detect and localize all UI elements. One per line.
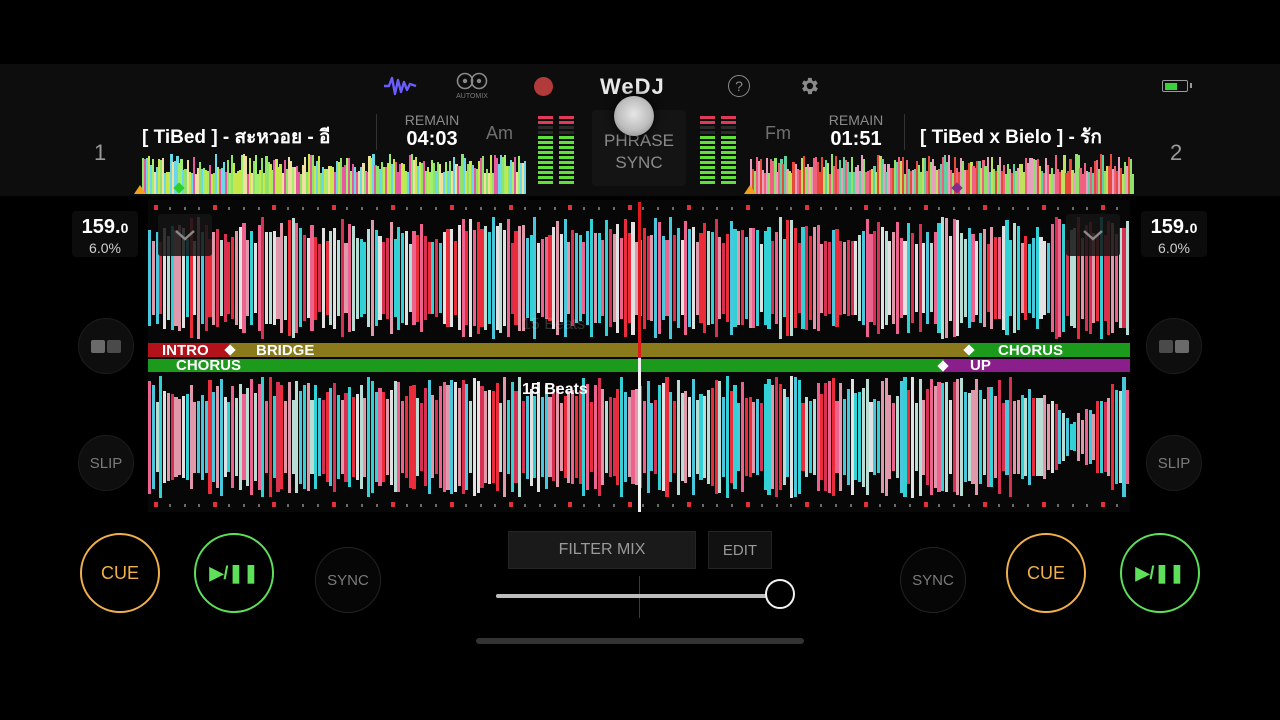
ghost-beats-label: 15 Beats (522, 316, 586, 333)
automix-button[interactable]: AUTOMIX (452, 64, 492, 108)
phrase-up-label: UP (970, 357, 991, 374)
deck2-level-meter (700, 116, 736, 184)
chevron-down-icon (175, 230, 195, 241)
filter-mix-button[interactable]: FILTER MIX (508, 531, 696, 569)
deck1-bpm-value: 159. (81, 216, 121, 238)
deck2-track-title[interactable]: [ TiBed x Bielo ] - รัก (920, 122, 1136, 152)
deck-number-1: 1 (94, 140, 107, 165)
settings-button[interactable] (796, 64, 822, 108)
deck2-collapse-button[interactable] (1066, 214, 1120, 256)
deck-number-2: 2 (1170, 140, 1183, 165)
chevron-down-icon (1083, 230, 1103, 241)
deck1-level-meter (538, 116, 574, 184)
home-indicator (476, 638, 804, 644)
deck1-start-marker (134, 185, 146, 194)
deck2-remain-label: REMAIN (828, 112, 884, 128)
phrase-chorus-label-deck2: CHORUS (176, 357, 242, 374)
phrase-chorus-label: CHORUS (998, 342, 1064, 359)
pad-icon (1159, 339, 1189, 353)
waveform-icon[interactable] (382, 64, 418, 108)
deck1-sync-button[interactable]: SYNC (315, 547, 381, 613)
deck2-bpm-display[interactable]: 159.0 6.0% (1141, 211, 1207, 257)
pad-icon (91, 339, 121, 353)
deck1-playhead (638, 202, 641, 358)
deck2-overview-waveform[interactable] (750, 154, 1134, 194)
deck1-remain-label: REMAIN (404, 112, 460, 128)
deck2-play-pause-button[interactable]: ▶/❚❚ (1120, 533, 1200, 613)
deck1-remain-time: 04:03 (406, 128, 458, 150)
edit-button[interactable]: EDIT (708, 531, 772, 569)
crossfader-track[interactable] (496, 579, 795, 609)
waveform-display[interactable]: INTRO BRIDGE CHORUS CHORUS UP 15 Beats 1… (148, 200, 1130, 512)
deck2-divider (904, 114, 905, 150)
deck2-cue-button[interactable]: CUE (1006, 533, 1086, 613)
deck1-collapse-button[interactable] (158, 214, 212, 256)
crossfader-knob[interactable] (765, 579, 795, 609)
phrase-sync-knob (614, 96, 654, 136)
phrase-chorus-bar-deck2 (148, 359, 944, 372)
deck1-bpm-display[interactable]: 159.0 6.0% (72, 211, 138, 257)
help-button[interactable]: ? (726, 64, 752, 108)
deck1-cue-button[interactable]: CUE (80, 533, 160, 613)
deck2-bpm-value: 159. (1150, 216, 1190, 238)
phrase-bridge-label: BRIDGE (256, 342, 315, 359)
help-icon: ? (728, 75, 750, 97)
deck2-remain-time: 01:51 (830, 128, 882, 150)
deck2-key: Fm (765, 123, 791, 143)
deck2-slip-button[interactable]: SLIP (1146, 435, 1202, 491)
battery-icon (1158, 64, 1192, 108)
deck1-key: Am (486, 123, 513, 143)
phrase-sync-line2: SYNC (615, 153, 663, 172)
phrase-intro-label: INTRO (162, 342, 209, 359)
phrase-bridge-bar (230, 343, 968, 357)
beats-counter: 15 Beats (522, 381, 588, 398)
deck2-pad-toggle-button[interactable] (1146, 318, 1202, 374)
deck2-start-marker (744, 185, 756, 194)
deck1-play-pause-button[interactable]: ▶/❚❚ (194, 533, 274, 613)
deck1-remain: REMAIN 04:03 (394, 112, 470, 151)
gear-icon (802, 77, 818, 95)
deck1-pitch: 6.0% (89, 240, 121, 256)
deck1-bpm-decimal: 0 (120, 220, 129, 236)
deck1-slip-button[interactable]: SLIP (78, 435, 134, 491)
crossfader-fill (496, 594, 780, 598)
deck2-sync-button[interactable]: SYNC (900, 547, 966, 613)
automix-icon (456, 72, 488, 90)
deck2-bpm-decimal: 0 (1189, 220, 1198, 236)
automix-label: AUTOMIX (456, 93, 488, 100)
record-button[interactable] (530, 64, 556, 108)
deck1-overview-waveform[interactable] (142, 154, 526, 194)
deck1-track-title[interactable]: [ TiBed ] - สะหวอย - อี (142, 122, 356, 152)
record-icon (533, 76, 553, 96)
deck2-playhead (638, 358, 641, 512)
deck2-pitch: 6.0% (1158, 240, 1190, 256)
deck1-divider (376, 114, 377, 150)
deck1-pad-toggle-button[interactable] (78, 318, 134, 374)
deck2-remain: REMAIN 01:51 (818, 112, 894, 151)
